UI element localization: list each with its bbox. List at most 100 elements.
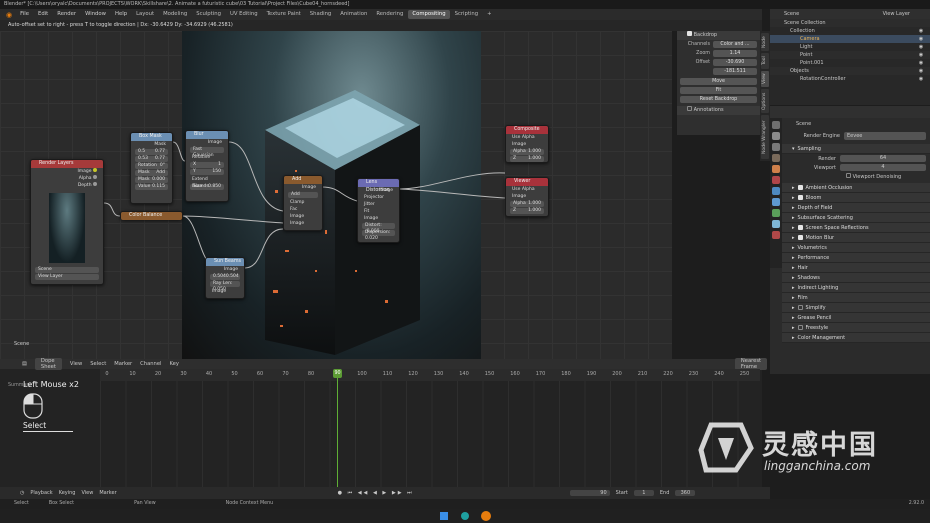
- node-color-balance[interactable]: Color Balance: [120, 211, 183, 220]
- viewer-use-alpha[interactable]: Use Alpha: [506, 186, 548, 193]
- annotations-panel-header[interactable]: Annotations: [677, 106, 760, 115]
- panel-enable-checkbox[interactable]: [797, 325, 803, 330]
- move-button[interactable]: Move: [680, 78, 757, 85]
- outliner-item[interactable]: Scene Collection: [770, 19, 930, 27]
- panel-enable-checkbox[interactable]: [797, 195, 803, 200]
- panel-freestyle[interactable]: ▸ Freestyle: [782, 323, 930, 333]
- panel-indirect-lighting[interactable]: ▸ Indirect Lighting: [782, 283, 930, 293]
- outliner-item[interactable]: Point ◉: [770, 51, 930, 59]
- menu-marker[interactable]: Marker: [99, 490, 116, 496]
- menu-file[interactable]: File: [16, 9, 33, 20]
- menu-view[interactable]: View: [81, 490, 93, 496]
- blur-y[interactable]: Y 150: [190, 169, 224, 175]
- outliner-scene[interactable]: Scene: [784, 9, 799, 19]
- tab-options[interactable]: Options: [761, 89, 769, 113]
- socket-image-1[interactable]: Image: [284, 213, 322, 220]
- tab-scripting[interactable]: Scripting: [451, 10, 483, 19]
- panel-motion-blur[interactable]: ▸ Motion Blur: [782, 233, 930, 243]
- viewport-samples-field[interactable]: 4: [840, 164, 926, 171]
- outliner-item[interactable]: Camera ◉: [770, 35, 930, 43]
- viewer-alpha[interactable]: Alpha 1.000: [510, 201, 544, 207]
- menu-window[interactable]: Window: [81, 9, 110, 20]
- menu-select[interactable]: Select: [90, 361, 106, 367]
- outliner-item[interactable]: Point.001 ◉: [770, 59, 930, 67]
- backdrop-checkbox[interactable]: [687, 31, 692, 36]
- box-mask-y[interactable]: 0.53 0.77: [135, 156, 168, 162]
- panel-enable-checkbox[interactable]: [797, 185, 803, 190]
- view-layer-selector[interactable]: View Layer: [35, 274, 99, 280]
- tab-node[interactable]: Node: [761, 33, 769, 51]
- timeline-editor-icon[interactable]: ◷: [20, 490, 24, 496]
- tab-animation[interactable]: Animation: [336, 10, 371, 19]
- blender-logo-icon[interactable]: ◉: [3, 11, 15, 19]
- node-render-layers[interactable]: Render Layers Image Alpha Depth Scene Vi…: [30, 159, 104, 285]
- menu-key[interactable]: Key: [169, 361, 178, 367]
- panel-enable-checkbox[interactable]: [797, 305, 803, 310]
- world-tab-icon[interactable]: [772, 176, 780, 184]
- panel-depth-of-field[interactable]: ▸ Depth of Field: [782, 203, 930, 213]
- tab-compositing[interactable]: Compositing: [408, 10, 450, 19]
- socket-composite-image[interactable]: Image: [506, 141, 548, 148]
- tab-shading[interactable]: Shading: [306, 10, 336, 19]
- output-tab-icon[interactable]: [772, 143, 780, 151]
- physics-tab-icon[interactable]: [772, 209, 780, 217]
- socket-sunbeams-image[interactable]: Image: [206, 288, 244, 295]
- panel-enable-checkbox[interactable]: [797, 225, 803, 230]
- tab-node-wrangler[interactable]: Node Wrangler: [761, 115, 769, 159]
- sunbeams-ray-length[interactable]: Ray Len: 0.050: [210, 281, 240, 292]
- current-frame-field[interactable]: 90: [569, 490, 610, 496]
- menu-view[interactable]: View: [70, 361, 82, 367]
- editor-type-icon[interactable]: ▤: [22, 361, 27, 367]
- box-mask-value[interactable]: Value 0.115: [135, 184, 168, 190]
- lens-distort[interactable]: Distort: -0.000: [362, 223, 395, 234]
- tab-uv-editing[interactable]: UV Editing: [226, 10, 262, 19]
- current-frame-indicator[interactable]: 90: [333, 369, 342, 378]
- socket-mask[interactable]: Mask: [131, 141, 172, 148]
- eye-icon[interactable]: ◉: [918, 59, 924, 67]
- outliner-item[interactable]: RotationController ◉: [770, 75, 930, 83]
- offset-y-field[interactable]: -181.511: [713, 68, 757, 75]
- backdrop-panel-header[interactable]: Backdrop: [677, 31, 760, 40]
- menu-marker[interactable]: Marker: [114, 361, 132, 367]
- modifier-tab-icon[interactable]: [772, 198, 780, 206]
- box-mask-x[interactable]: 0.5 0.77: [135, 149, 168, 155]
- panel-enable-checkbox[interactable]: [797, 235, 803, 240]
- menu-render[interactable]: Render: [53, 9, 80, 20]
- panel-ambient-occlusion[interactable]: ▸ Ambient Occlusion: [782, 183, 930, 193]
- tab-rendering[interactable]: Rendering: [372, 10, 407, 19]
- socket-sunbeams-out[interactable]: Image: [206, 266, 244, 273]
- node-composite[interactable]: Composite Use Alpha Image Alpha 1.000 Z 1.…: [505, 125, 549, 163]
- frame-ruler[interactable]: 0 10 20 30 40 50 60 70 80 90 100 110 120 130 140 150 160…: [100, 369, 760, 381]
- start-frame-field[interactable]: 1: [633, 490, 654, 496]
- lens-fit-checkbox[interactable]: Fit: [358, 208, 399, 215]
- socket-depth[interactable]: Depth: [31, 182, 103, 189]
- properties-search-bar[interactable]: [770, 106, 930, 118]
- menu-playback[interactable]: Playback: [30, 490, 52, 496]
- blender-taskbar-icon[interactable]: [481, 511, 491, 521]
- panel-color-management[interactable]: ▸ Color Management: [782, 333, 930, 343]
- panel-simplify[interactable]: ▸ Simplify: [782, 303, 930, 313]
- constraints-tab-icon[interactable]: [772, 220, 780, 228]
- windows-start-icon[interactable]: [440, 512, 448, 520]
- eye-icon[interactable]: ◉: [918, 35, 924, 43]
- menu-edit[interactable]: Edit: [34, 9, 52, 20]
- outliner-item[interactable]: Light ◉: [770, 43, 930, 51]
- node-lens-distortion[interactable]: Lens Distortion Image Projector Jitter F…: [357, 178, 400, 243]
- render-engine-dropdown[interactable]: Eevee: [844, 131, 926, 140]
- tab-layout[interactable]: Layout: [132, 10, 158, 19]
- socket-image[interactable]: Image: [31, 168, 103, 175]
- panel-volumetrics[interactable]: ▸ Volumetrics: [782, 243, 930, 253]
- socket-alpha[interactable]: Alpha: [31, 175, 103, 182]
- tab-view[interactable]: View: [761, 71, 769, 87]
- keyframe-area[interactable]: [100, 381, 760, 487]
- scene-selector[interactable]: Scene: [35, 267, 99, 273]
- menu-channel[interactable]: Channel: [140, 361, 161, 367]
- box-mask-type[interactable]: Mask Add: [135, 170, 168, 176]
- lens-projector-checkbox[interactable]: Projector: [358, 194, 399, 201]
- annotations-checkbox[interactable]: [687, 106, 692, 111]
- reset-backdrop-button[interactable]: Reset Backdrop: [680, 96, 757, 103]
- panel-grease-pencil[interactable]: ▸ Grease Pencil: [782, 313, 930, 323]
- add-mode-dropdown[interactable]: Add: [288, 192, 318, 198]
- socket-lens-image[interactable]: Image: [358, 215, 399, 222]
- panel-hair[interactable]: ▸ Hair: [782, 263, 930, 273]
